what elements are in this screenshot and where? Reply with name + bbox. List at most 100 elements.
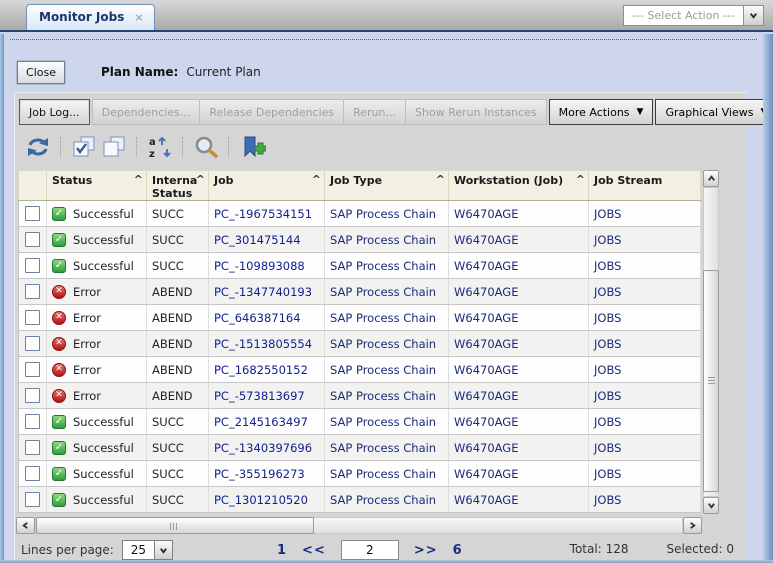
graphical-views-button[interactable]: Graphical Views ▼: [655, 99, 773, 125]
monitor-jobs-window: Close Plan Name: Current Plan Job Log...…: [0, 34, 773, 563]
add-bookmark-icon[interactable]: [237, 134, 267, 160]
last-page-link[interactable]: 6: [453, 543, 463, 558]
column-header-status[interactable]: Status ^: [47, 171, 147, 201]
scroll-left-icon[interactable]: [16, 517, 35, 534]
scroll-down-icon[interactable]: [703, 497, 719, 514]
row-checkbox[interactable]: [25, 492, 40, 507]
refresh-icon[interactable]: [23, 134, 53, 160]
select-action-dropdown[interactable]: --- Select Action ---: [623, 5, 764, 26]
horizontal-scrollbar[interactable]: [16, 517, 702, 534]
row-checkbox[interactable]: [25, 284, 40, 299]
lines-per-page: Lines per page: 25: [21, 540, 173, 560]
dependencies-button[interactable]: Dependencies...: [92, 99, 201, 125]
horizontal-scrollbar-thumb[interactable]: [36, 517, 314, 534]
tab-close-icon[interactable]: ×: [134, 11, 143, 24]
job-link[interactable]: PC_-109893088: [214, 259, 305, 273]
workstation-text: W6470AGE: [454, 389, 518, 403]
row-checkbox[interactable]: [25, 258, 40, 273]
column-header-job-type[interactable]: Job Type ^: [325, 171, 449, 201]
job-type-text: SAP Process Chain: [330, 337, 436, 351]
svg-text:z: z: [149, 149, 155, 159]
first-page-link[interactable]: 1: [277, 543, 287, 558]
table-header-row: Status ^ Interna Status ^ Job ^: [19, 171, 701, 201]
rerun-button[interactable]: Rerun...: [343, 99, 406, 125]
tab-title: Monitor Jobs: [39, 10, 124, 24]
job-link[interactable]: PC_-1347740193: [214, 285, 312, 299]
status-text: Error: [73, 285, 101, 299]
job-link[interactable]: PC_-1340397696: [214, 441, 312, 455]
job-link[interactable]: PC_1682550152: [214, 363, 308, 377]
row-checkbox[interactable]: [25, 440, 40, 455]
table-row: Error ABEND PC_-1513805554 SAP Process C…: [19, 331, 701, 357]
row-checkbox[interactable]: [25, 466, 40, 481]
workstation-text: W6470AGE: [454, 259, 518, 273]
column-header-job-stream[interactable]: Job Stream: [589, 171, 701, 201]
row-checkbox[interactable]: [25, 232, 40, 247]
workstation-text: W6470AGE: [454, 441, 518, 455]
table-row: Successful SUCC PC_-1967534151 SAP Proce…: [19, 201, 701, 227]
lines-per-page-select[interactable]: 25: [122, 540, 154, 560]
job-stream-text: JOBS: [594, 467, 621, 481]
job-link[interactable]: PC_2145163497: [214, 415, 308, 429]
status-icon: [52, 415, 66, 429]
vertical-scrollbar[interactable]: [703, 170, 719, 514]
status-icon: [52, 337, 66, 351]
status-icon: [52, 389, 66, 403]
vertical-scrollbar-thumb[interactable]: [703, 270, 719, 492]
next-page-link[interactable]: >>: [414, 543, 438, 558]
page-input[interactable]: [341, 540, 399, 560]
table-row: Successful SUCC PC_-1340397696 SAP Proce…: [19, 435, 701, 461]
search-icon[interactable]: [191, 134, 221, 160]
column-header-internal-status[interactable]: Interna Status ^: [147, 171, 209, 201]
job-stream-text: JOBS: [594, 363, 621, 377]
workstation-text: W6470AGE: [454, 493, 518, 507]
sort-icon[interactable]: a z: [145, 134, 175, 160]
row-checkbox[interactable]: [25, 310, 40, 325]
job-type-text: SAP Process Chain: [330, 207, 436, 221]
release-dependencies-button[interactable]: Release Dependencies: [199, 99, 344, 125]
sort-indicator-icon[interactable]: ^: [436, 173, 445, 186]
status-text: Successful: [73, 415, 134, 429]
lines-per-page-caret-icon[interactable]: [154, 540, 173, 560]
job-type-text: SAP Process Chain: [330, 389, 436, 403]
select-action-value[interactable]: --- Select Action ---: [623, 5, 743, 26]
job-link[interactable]: PC_-573813697: [214, 389, 305, 403]
show-rerun-instances-button[interactable]: Show Rerun Instances: [405, 99, 547, 125]
select-action-caret-icon[interactable]: [743, 5, 764, 26]
close-button[interactable]: Close: [17, 61, 65, 84]
sort-indicator-icon[interactable]: ^: [196, 173, 205, 186]
job-link[interactable]: PC_-1967534151: [214, 207, 312, 221]
previous-page-link[interactable]: <<: [302, 543, 326, 558]
row-checkbox[interactable]: [25, 206, 40, 221]
row-checkbox[interactable]: [25, 336, 40, 351]
job-type-text: SAP Process Chain: [330, 493, 436, 507]
sort-indicator-icon[interactable]: ^: [134, 173, 143, 186]
workstation-text: W6470AGE: [454, 363, 518, 377]
scroll-right-icon[interactable]: [683, 517, 702, 534]
row-checkbox[interactable]: [25, 414, 40, 429]
job-link[interactable]: PC_-1513805554: [214, 337, 312, 351]
sort-indicator-icon[interactable]: ^: [312, 173, 321, 186]
pagination: 1 << >> 6: [277, 539, 463, 561]
tab-monitor-jobs[interactable]: Monitor Jobs ×: [26, 4, 155, 30]
job-link[interactable]: PC_646387164: [214, 311, 301, 325]
internal-status-text: SUCC: [152, 467, 184, 481]
scroll-up-icon[interactable]: [703, 170, 719, 187]
internal-status-text: SUCC: [152, 493, 184, 507]
job-stream-text: JOBS: [594, 259, 621, 273]
workstation-text: W6470AGE: [454, 415, 518, 429]
row-checkbox[interactable]: [25, 362, 40, 377]
workstation-text: W6470AGE: [454, 233, 518, 247]
column-header-job[interactable]: Job ^: [209, 171, 325, 201]
select-all-icon[interactable]: [69, 134, 99, 160]
job-link[interactable]: PC_301475144: [214, 233, 301, 247]
job-link[interactable]: PC_1301210520: [214, 493, 308, 507]
status-text: Error: [73, 311, 101, 325]
column-header-workstation[interactable]: Workstation (Job) ^: [449, 171, 589, 201]
row-checkbox[interactable]: [25, 388, 40, 403]
job-link[interactable]: PC_-355196273: [214, 467, 305, 481]
sort-indicator-icon[interactable]: ^: [576, 173, 585, 186]
deselect-all-icon[interactable]: [99, 134, 129, 160]
more-actions-button[interactable]: More Actions ▼: [549, 99, 654, 125]
job-log-button[interactable]: Job Log...: [19, 99, 90, 125]
